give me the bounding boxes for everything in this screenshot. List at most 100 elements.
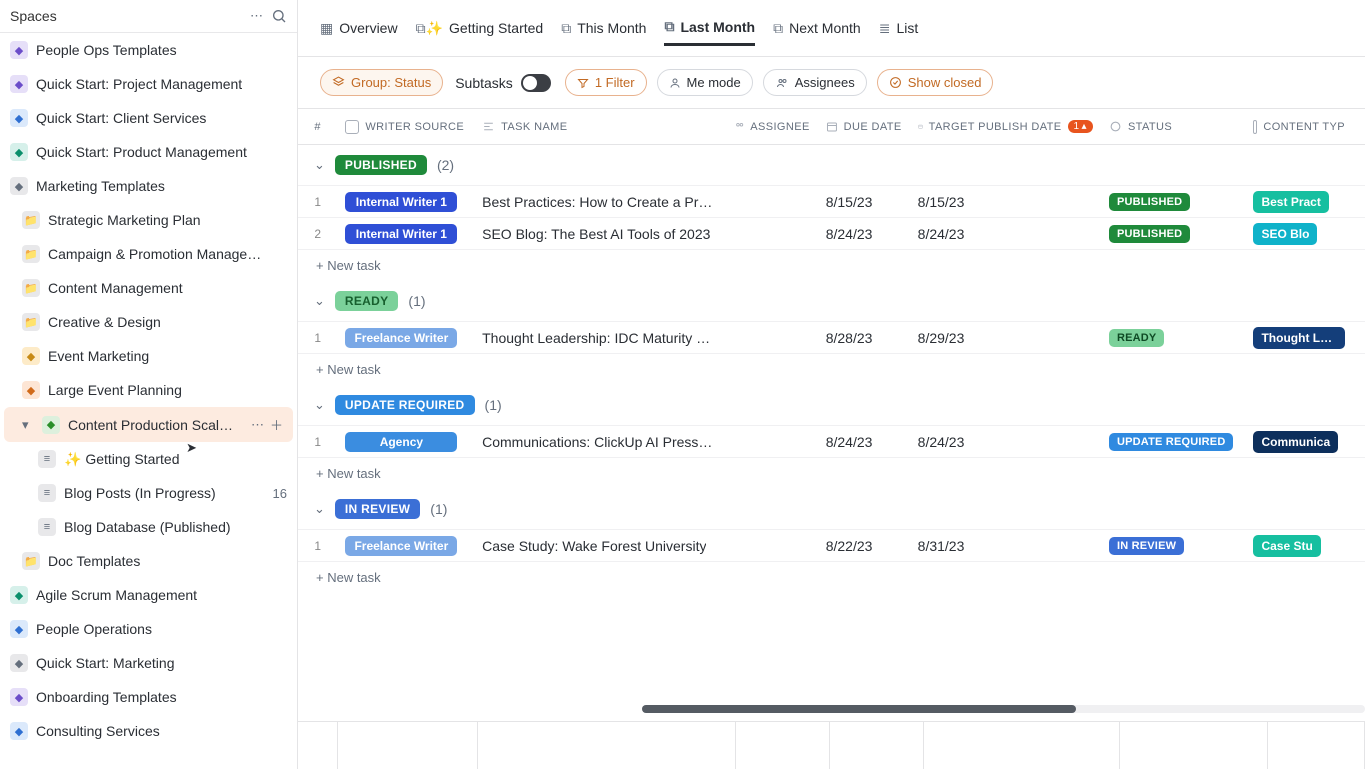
status-pill[interactable]: IN REVIEW <box>1109 537 1184 555</box>
content-type-pill[interactable]: Thought Lead <box>1253 327 1345 349</box>
dropdown-icon <box>345 120 359 134</box>
sidebar-item[interactable]: ≡Blog Database (Published) <box>0 510 297 544</box>
assignees-chip[interactable]: Assignees <box>763 69 867 96</box>
tab-last-month[interactable]: ⧉Last Month <box>664 10 755 46</box>
group-header[interactable]: ⌄PUBLISHED(2) <box>298 145 1365 186</box>
col-status[interactable]: STATUS <box>1101 120 1246 133</box>
sidebar-item[interactable]: ◆Quick Start: Client Services <box>0 101 297 135</box>
col-number[interactable]: # <box>298 121 337 133</box>
sidebar-list[interactable]: ◆People Ops Templates◆Quick Start: Proje… <box>0 33 297 769</box>
sidebar-item[interactable]: 📁Campaign & Promotion Manage… <box>0 237 297 271</box>
writer-source-pill[interactable]: Freelance Writer <box>345 536 457 556</box>
sidebar-item[interactable]: 📁Content Management <box>0 271 297 305</box>
status-pill[interactable]: PUBLISHED <box>1109 225 1190 243</box>
due-date[interactable]: 8/22/23 <box>826 538 873 554</box>
show-closed-chip[interactable]: Show closed <box>877 69 994 96</box>
content-type-pill[interactable]: SEO Blo <box>1253 223 1317 245</box>
chevron-down-icon[interactable]: ⌄ <box>314 293 325 309</box>
sidebar-item[interactable]: ◆Event Marketing <box>0 339 297 373</box>
task-name[interactable]: Communications: ClickUp AI Press… <box>482 434 712 450</box>
group-chip[interactable]: Group: Status <box>320 69 443 96</box>
col-content-type[interactable]: CONTENT TYP <box>1245 120 1353 134</box>
due-date[interactable]: 8/24/23 <box>826 434 873 450</box>
sidebar-item[interactable]: ◆Quick Start: Project Management <box>0 67 297 101</box>
plus-icon[interactable]: ＋ <box>270 415 283 434</box>
target-date[interactable]: 8/24/23 <box>918 226 965 242</box>
sidebar-item[interactable]: ◆Quick Start: Product Management <box>0 135 297 169</box>
ellipsis-icon[interactable]: ⋯ <box>251 417 264 433</box>
due-date[interactable]: 8/15/23 <box>826 194 873 210</box>
table-row[interactable]: 1Freelance WriterThought Leadership: IDC… <box>298 322 1365 354</box>
new-task-button[interactable]: + New task <box>298 354 1365 385</box>
writer-source-pill[interactable]: Internal Writer 1 <box>345 224 457 244</box>
new-task-button[interactable]: + New task <box>298 250 1365 281</box>
table-body[interactable]: ⌄PUBLISHED(2)1Internal Writer 1Best Prac… <box>298 145 1365 769</box>
table-row[interactable]: 1Freelance WriterCase Study: Wake Forest… <box>298 530 1365 562</box>
sidebar-item[interactable]: 📁Creative & Design <box>0 305 297 339</box>
sidebar-item[interactable]: 📁Doc Templates <box>0 544 297 578</box>
col-writer-source[interactable]: WRITER SOURCE <box>337 120 474 134</box>
sidebar-item[interactable]: ◆Marketing Templates <box>0 169 297 203</box>
new-task-button[interactable]: + New task <box>298 458 1365 489</box>
sidebar-item[interactable]: ≡✨ Getting Started <box>0 442 297 476</box>
group-header[interactable]: ⌄IN REVIEW(1) <box>298 489 1365 530</box>
tab-next-month[interactable]: ⧉Next Month <box>773 12 861 45</box>
subtasks-toggle[interactable] <box>521 74 551 92</box>
writer-source-pill[interactable]: Freelance Writer <box>345 328 457 348</box>
content-type-pill[interactable]: Best Pract <box>1253 191 1328 213</box>
sidebar-item[interactable]: ◆Large Event Planning <box>0 373 297 407</box>
sidebar-item[interactable]: ◆Consulting Services <box>0 714 297 748</box>
tab-getting-started[interactable]: ⧉✨Getting Started <box>416 12 544 45</box>
col-target-publish[interactable]: TARGET PUBLISH DATE1▴ <box>910 120 1101 133</box>
target-date[interactable]: 8/24/23 <box>918 434 965 450</box>
target-date[interactable]: 8/15/23 <box>918 194 965 210</box>
due-date[interactable]: 8/24/23 <box>826 226 873 242</box>
me-mode-chip[interactable]: Me mode <box>657 69 753 96</box>
col-due-date[interactable]: DUE DATE <box>818 120 910 133</box>
sidebar-item[interactable]: ◆People Operations <box>0 612 297 646</box>
content-type-pill[interactable]: Case Stu <box>1253 535 1320 557</box>
task-name[interactable]: Thought Leadership: IDC Maturity … <box>482 330 710 346</box>
due-date[interactable]: 8/28/23 <box>826 330 873 346</box>
scrollbar-thumb[interactable] <box>642 705 1076 713</box>
tab-this-month[interactable]: ⧉This Month <box>561 12 646 45</box>
horizontal-scrollbar[interactable] <box>642 705 1365 713</box>
writer-source-pill[interactable]: Agency <box>345 432 457 452</box>
col-task-name[interactable]: TASK NAME <box>474 120 726 133</box>
table-row[interactable]: 1AgencyCommunications: ClickUp AI Press…… <box>298 426 1365 458</box>
task-name[interactable]: SEO Blog: The Best AI Tools of 2023 <box>482 226 710 242</box>
status-pill[interactable]: PUBLISHED <box>1109 193 1190 211</box>
sidebar-item[interactable]: ◆Quick Start: Marketing <box>0 646 297 680</box>
sidebar-item[interactable]: ◆People Ops Templates <box>0 33 297 67</box>
filter-chip[interactable]: 1 Filter <box>565 69 647 96</box>
group-header[interactable]: ⌄READY(1) <box>298 281 1365 322</box>
group-header[interactable]: ⌄UPDATE REQUIRED(1) <box>298 385 1365 426</box>
sidebar-item[interactable]: ≡Blog Posts (In Progress)16 <box>0 476 297 510</box>
sidebar-item[interactable]: ◆Agile Scrum Management <box>0 578 297 612</box>
tab-label: This Month <box>577 20 646 36</box>
table-row[interactable]: 2Internal Writer 1SEO Blog: The Best AI … <box>298 218 1365 250</box>
chevron-down-icon[interactable]: ⌄ <box>314 397 325 413</box>
content-type-pill[interactable]: Communica <box>1253 431 1338 453</box>
task-name[interactable]: Best Practices: How to Create a Pr… <box>482 194 712 210</box>
tab-overview[interactable]: ▦Overview <box>320 12 398 45</box>
sidebar-item[interactable]: ◆Onboarding Templates <box>0 680 297 714</box>
task-name[interactable]: Case Study: Wake Forest University <box>482 538 706 554</box>
chevron-down-icon[interactable]: ▾ <box>22 417 34 433</box>
ellipsis-icon[interactable]: ⋯ <box>250 8 263 24</box>
sidebar-item[interactable]: 📁Strategic Marketing Plan <box>0 203 297 237</box>
table-row[interactable]: 1Internal Writer 1Best Practices: How to… <box>298 186 1365 218</box>
target-date[interactable]: 8/31/23 <box>918 538 965 554</box>
chevron-down-icon[interactable]: ⌄ <box>314 157 325 173</box>
chevron-down-icon[interactable]: ⌄ <box>314 501 325 517</box>
status-pill[interactable]: UPDATE REQUIRED <box>1109 433 1234 451</box>
target-date[interactable]: 8/29/23 <box>918 330 965 346</box>
search-icon[interactable] <box>271 8 287 24</box>
sidebar-item[interactable]: ▾◆Content Production Scal…⋯＋ <box>4 407 293 442</box>
sort-badge[interactable]: 1▴ <box>1068 120 1093 133</box>
tab-list[interactable]: ≣List <box>879 12 919 45</box>
status-pill[interactable]: READY <box>1109 329 1165 347</box>
new-task-button[interactable]: + New task <box>298 562 1365 593</box>
col-assignee[interactable]: ASSIGNEE <box>726 120 818 133</box>
writer-source-pill[interactable]: Internal Writer 1 <box>345 192 457 212</box>
